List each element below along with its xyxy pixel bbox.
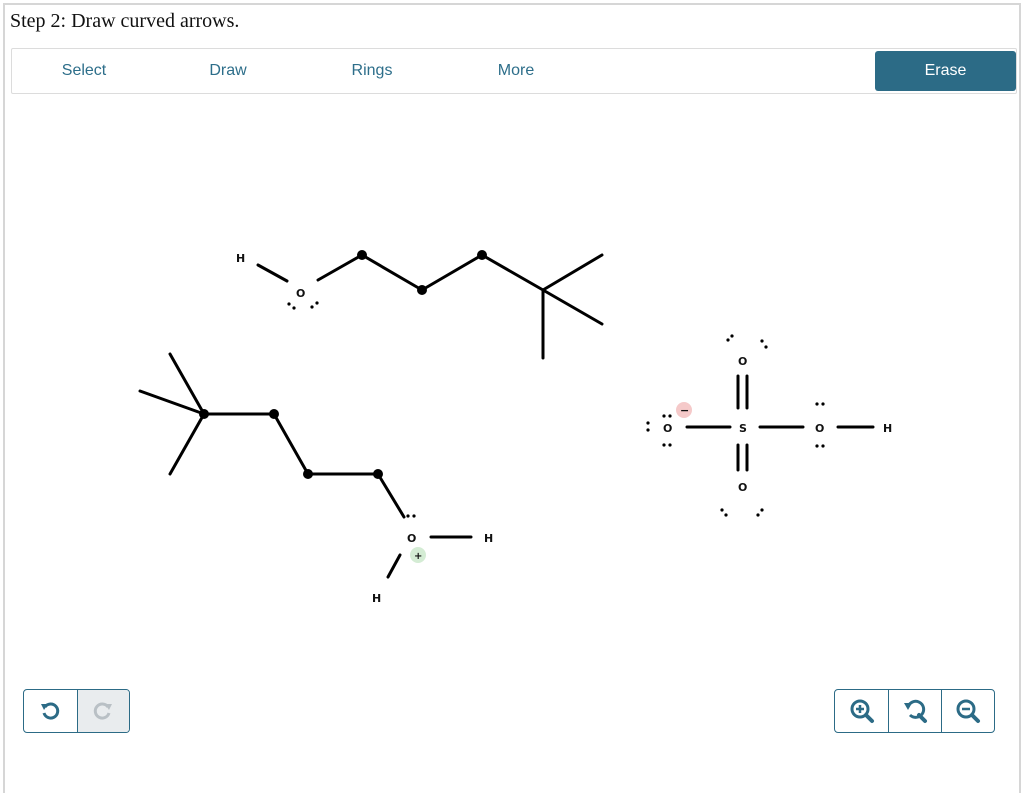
bond[interactable]: [256, 263, 289, 283]
reset-zoom-button[interactable]: [888, 690, 941, 732]
negative-charge-sign: −: [680, 404, 689, 417]
carbon-node[interactable]: [199, 409, 209, 419]
molecule-oxonium[interactable]: [138, 352, 473, 579]
atom-o[interactable]: O: [407, 532, 416, 545]
carbon-node[interactable]: [269, 409, 279, 419]
redo-button[interactable]: [76, 690, 129, 732]
tab-rings[interactable]: Rings: [320, 49, 424, 93]
atom-o[interactable]: O: [815, 422, 824, 435]
zoom-in-icon: [850, 699, 874, 723]
bond[interactable]: [480, 253, 545, 292]
lone-pair-dot: [315, 301, 319, 305]
tab-more[interactable]: More: [464, 49, 568, 93]
erase-button[interactable]: Erase: [875, 51, 1016, 91]
history-controls: [23, 689, 130, 733]
atom-o[interactable]: O: [663, 422, 672, 435]
redo-icon: [94, 702, 113, 720]
drawing-toolbar: Select Draw Rings More Erase: [11, 48, 1017, 94]
bond[interactable]: [272, 412, 310, 476]
bond[interactable]: [541, 253, 604, 292]
bond[interactable]: [316, 253, 364, 282]
zoom-in-button[interactable]: [835, 690, 888, 732]
atom-h[interactable]: H: [372, 592, 381, 605]
atom-o[interactable]: O: [296, 287, 305, 300]
atom-h[interactable]: H: [883, 422, 892, 435]
tab-select[interactable]: Select: [32, 49, 136, 93]
lone-pair-dot: [412, 514, 416, 518]
drawing-canvas[interactable]: H O + O H H − O O S O H O: [5, 95, 1020, 787]
carbon-node[interactable]: [373, 469, 383, 479]
tab-draw[interactable]: Draw: [176, 49, 280, 93]
bond[interactable]: [168, 412, 206, 476]
undo-icon: [41, 702, 60, 720]
zoom-out-button[interactable]: [941, 690, 994, 732]
atom-o[interactable]: O: [738, 481, 747, 494]
carbon-node[interactable]: [477, 250, 487, 260]
molecule-hydrogen-sulfate[interactable]: [685, 374, 875, 472]
bond[interactable]: [420, 253, 484, 292]
atom-o[interactable]: O: [738, 355, 747, 368]
step-title: Step 2: Draw curved arrows.: [10, 10, 240, 32]
molecule-alcohol[interactable]: [256, 253, 604, 360]
bond[interactable]: [360, 253, 424, 292]
undo-button[interactable]: [24, 690, 77, 732]
bond[interactable]: [386, 553, 402, 579]
atom-h[interactable]: H: [484, 532, 493, 545]
bond[interactable]: [541, 288, 604, 326]
zoom-out-icon: [956, 699, 980, 723]
reset-zoom-icon: [904, 699, 927, 723]
zoom-controls: [834, 689, 995, 733]
carbon-node[interactable]: [303, 469, 313, 479]
atom-s[interactable]: S: [739, 422, 747, 435]
lone-pair-dot: [287, 302, 291, 306]
carbon-node[interactable]: [417, 285, 427, 295]
positive-charge-sign: +: [414, 551, 422, 562]
bond[interactable]: [376, 472, 406, 519]
lone-pair-dot: [406, 514, 410, 518]
lone-pair-dot: [292, 306, 296, 310]
atom-h[interactable]: H: [236, 252, 245, 265]
lone-pair-dot: [310, 305, 314, 309]
molecule-oxonium-nodes: [199, 409, 416, 518]
carbon-node[interactable]: [357, 250, 367, 260]
